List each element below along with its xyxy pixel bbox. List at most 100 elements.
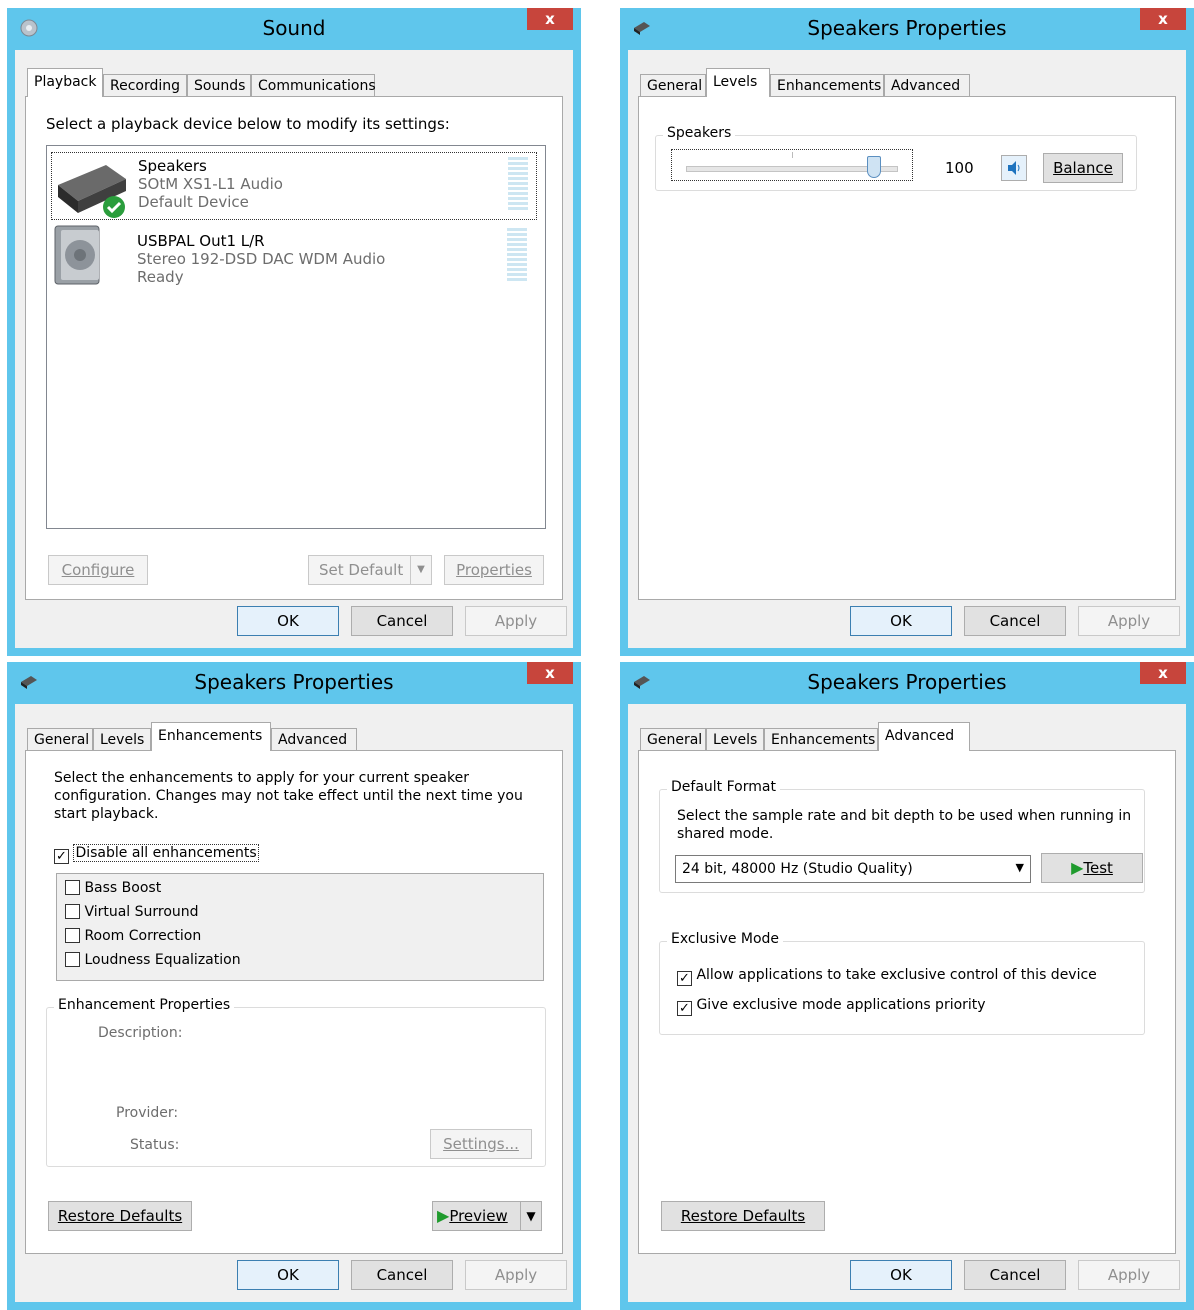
window-client: Playback Recording Sounds Communications… <box>15 50 573 648</box>
tab-communications[interactable]: Communications <box>251 74 376 96</box>
checkbox-checked-icon[interactable]: ✓ <box>54 849 69 864</box>
allow-exclusive-checkbox[interactable]: ✓ Allow applications to take exclusive c… <box>677 967 1097 986</box>
tab-advanced[interactable]: Advanced <box>884 74 970 96</box>
tab-advanced[interactable]: Advanced <box>878 722 970 751</box>
sound-window: Sound x Playback Recording Sounds Commun… <box>7 8 581 656</box>
tab-enhancements[interactable]: Enhancements <box>764 728 878 750</box>
level-meter <box>507 228 527 283</box>
play-icon: ▶ <box>1071 858 1084 877</box>
checkbox-unchecked-icon[interactable] <box>65 928 80 943</box>
ok-button[interactable]: OK <box>237 1260 339 1290</box>
properties-button[interactable]: Properties <box>444 555 544 585</box>
window-client: General Levels Enhancements Advanced Def… <box>628 704 1186 1302</box>
chevron-down-icon[interactable]: ▼ <box>1016 861 1024 874</box>
device-name: Speakers <box>138 157 207 175</box>
default-format-label: Default Format <box>667 779 780 795</box>
window-title: Sound <box>262 16 326 40</box>
window-title: Speakers Properties <box>194 670 394 694</box>
apply-button[interactable]: Apply <box>1078 1260 1180 1290</box>
bass-boost-checkbox[interactable]: Bass Boost <box>65 880 161 896</box>
exclusive-mode-group <box>659 941 1145 1035</box>
close-button[interactable]: x <box>527 662 573 684</box>
enhancement-properties-label: Enhancement Properties <box>54 997 235 1013</box>
mute-toggle-icon[interactable] <box>1001 155 1027 181</box>
tab-sounds[interactable]: Sounds <box>187 74 251 96</box>
enhancements-intro: Select the enhancements to apply for you… <box>54 770 523 822</box>
exclusive-priority-checkbox[interactable]: ✓ Give exclusive mode applications prior… <box>677 997 986 1016</box>
checkbox-unchecked-icon[interactable] <box>65 952 80 967</box>
device-list: Speakers SOtM XS1-L1 Audio Default Devic… <box>46 145 546 529</box>
checkbox-unchecked-icon[interactable] <box>65 880 80 895</box>
enhancements-page: Select the enhancements to apply for you… <box>25 750 563 1254</box>
volume-slider[interactable] <box>671 149 913 181</box>
volume-value: 100 <box>945 159 974 177</box>
apply-button[interactable]: Apply <box>465 606 567 636</box>
tab-general[interactable]: General <box>640 74 706 96</box>
provider-label: Provider: <box>116 1105 179 1121</box>
description-label: Description: <box>98 1025 183 1041</box>
device-driver: SOtM XS1-L1 Audio <box>138 175 283 193</box>
tab-levels[interactable]: Levels <box>706 68 770 97</box>
speakers-properties-advanced-window: Speakers Properties x General Levels Enh… <box>620 662 1194 1310</box>
playback-page: Select a playback device below to modify… <box>25 96 563 600</box>
disable-all-checkbox[interactable]: ✓ Disable all enhancements <box>54 844 259 864</box>
ok-button[interactable]: OK <box>850 606 952 636</box>
room-correction-checkbox[interactable]: Room Correction <box>65 928 201 944</box>
enhancement-list: Bass Boost Virtual Surround Room Correct… <box>56 873 544 981</box>
tab-enhancements[interactable]: Enhancements <box>151 722 271 751</box>
levels-page: Speakers 100 Balance <box>638 96 1176 600</box>
balance-button[interactable]: Balance <box>1043 153 1123 183</box>
preview-button[interactable]: ▶Preview ▼ <box>432 1201 542 1231</box>
device-row-speakers[interactable]: Speakers SOtM XS1-L1 Audio Default Devic… <box>51 152 537 220</box>
close-button[interactable]: x <box>1140 8 1186 30</box>
close-button[interactable]: x <box>527 8 573 30</box>
advanced-page: Default Format Select the sample rate an… <box>638 750 1176 1254</box>
ok-button[interactable]: OK <box>237 606 339 636</box>
cancel-button[interactable]: Cancel <box>964 1260 1066 1290</box>
tab-recording[interactable]: Recording <box>103 74 187 96</box>
speaker-device-icon <box>53 224 113 292</box>
window-title: Speakers Properties <box>807 670 1007 694</box>
cancel-button[interactable]: Cancel <box>351 1260 453 1290</box>
ok-button[interactable]: OK <box>850 1260 952 1290</box>
checkbox-checked-icon[interactable]: ✓ <box>677 971 692 986</box>
window-client: General Levels Enhancements Advanced Spe… <box>628 50 1186 648</box>
configure-button[interactable]: Configure <box>48 555 148 585</box>
tab-advanced[interactable]: Advanced <box>271 728 357 750</box>
slider-thumb[interactable] <box>867 156 881 178</box>
chevron-down-icon[interactable]: ▼ <box>410 556 431 584</box>
tab-general[interactable]: General <box>640 728 706 750</box>
level-meter <box>508 157 528 212</box>
checkbox-checked-icon[interactable]: ✓ <box>677 1001 692 1016</box>
apply-button[interactable]: Apply <box>465 1260 567 1290</box>
close-button[interactable]: x <box>1140 662 1186 684</box>
chevron-down-icon[interactable]: ▼ <box>520 1202 541 1230</box>
speakers-group-label: Speakers <box>663 125 736 141</box>
speakers-properties-levels-window: Speakers Properties x General Levels Enh… <box>620 8 1194 656</box>
set-default-button[interactable]: Set Default ▼ <box>308 555 432 585</box>
tab-levels[interactable]: Levels <box>706 728 764 750</box>
checkbox-unchecked-icon[interactable] <box>65 904 80 919</box>
cancel-button[interactable]: Cancel <box>351 606 453 636</box>
play-icon: ▶ <box>437 1206 450 1225</box>
restore-defaults-button[interactable]: Restore Defaults <box>661 1201 825 1231</box>
apply-button[interactable]: Apply <box>1078 606 1180 636</box>
restore-defaults-button[interactable]: Restore Defaults <box>48 1201 192 1231</box>
speakers-properties-enhancements-window: Speakers Properties x General Levels Enh… <box>7 662 581 1310</box>
cancel-button[interactable]: Cancel <box>964 606 1066 636</box>
exclusive-mode-label: Exclusive Mode <box>667 931 784 947</box>
settings-button[interactable]: Settings... <box>430 1129 532 1159</box>
tab-enhancements[interactable]: Enhancements <box>770 74 884 96</box>
slider-tick <box>792 152 793 158</box>
virtual-surround-checkbox[interactable]: Virtual Surround <box>65 904 199 920</box>
device-driver: Stereo 192-DSD DAC WDM Audio <box>137 250 386 268</box>
tab-general[interactable]: General <box>27 728 93 750</box>
format-select[interactable]: 24 bit, 48000 Hz (Studio Quality) ▼ <box>675 855 1031 883</box>
tab-levels[interactable]: Levels <box>93 728 151 750</box>
device-status: Default Device <box>138 193 249 211</box>
device-name: USBPAL Out1 L/R <box>137 232 265 250</box>
test-button[interactable]: ▶Test <box>1041 853 1143 883</box>
tab-playback[interactable]: Playback <box>27 68 103 97</box>
loudness-equalization-checkbox[interactable]: Loudness Equalization <box>65 952 241 968</box>
device-row-usbpal[interactable]: USBPAL Out1 L/R Stereo 192-DSD DAC WDM A… <box>51 224 537 292</box>
